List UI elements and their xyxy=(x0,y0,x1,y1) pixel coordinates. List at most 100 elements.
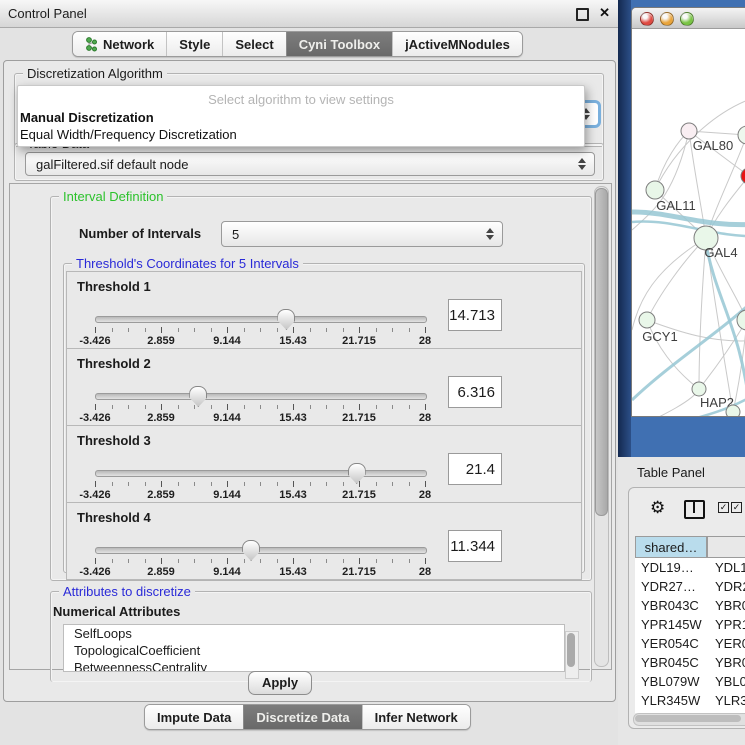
split-table-icon[interactable] xyxy=(684,500,705,519)
slider-tick xyxy=(112,559,113,563)
threshold-label: Threshold 3 xyxy=(77,433,151,448)
cell-name[interactable]: YBR0 xyxy=(707,653,745,672)
slider-tick xyxy=(244,559,245,563)
num-intervals-combobox[interactable]: 5 xyxy=(221,221,503,247)
threshold-value-field[interactable]: 21.4 xyxy=(448,453,502,485)
slider-tick xyxy=(161,558,162,564)
split-divider[interactable] xyxy=(618,0,631,457)
checkbox-icon[interactable]: ✓ xyxy=(718,502,729,513)
minimize-traffic-light[interactable] xyxy=(660,12,674,26)
attribute-list-item[interactable]: SelfLoops xyxy=(64,625,564,642)
cell-shared-name[interactable]: YBR043C xyxy=(635,596,707,615)
float-window-icon[interactable] xyxy=(576,8,589,21)
attributes-list-scrollbar[interactable] xyxy=(565,631,579,679)
table-row[interactable]: YBR043CYBR0 xyxy=(635,596,745,615)
cell-shared-name[interactable]: YBL079W xyxy=(635,672,707,691)
network-edge xyxy=(647,238,706,320)
tab-jactivemnodules[interactable]: jActiveMNodules xyxy=(392,32,522,56)
table-row[interactable]: YDL19…YDL1 xyxy=(635,558,745,577)
cell-name[interactable]: YER0 xyxy=(707,634,745,653)
tab-infer-network[interactable]: Infer Network xyxy=(362,705,470,729)
slider-tick xyxy=(227,558,228,564)
slider-tick xyxy=(112,405,113,409)
tab-style[interactable]: Style xyxy=(166,32,222,56)
table-row[interactable]: YLR345WYLR3 xyxy=(635,691,745,710)
num-intervals-label: Number of Intervals xyxy=(79,226,201,241)
slider-tick-label: 9.144 xyxy=(213,412,241,424)
column-header-name[interactable]: n xyxy=(707,536,745,558)
checkbox-icon[interactable]: ✓ xyxy=(731,502,742,513)
threshold-slider-track[interactable] xyxy=(95,316,427,323)
network-node-gal80[interactable] xyxy=(738,126,745,144)
threshold-value-field[interactable]: 14.713 xyxy=(448,299,502,331)
hscrollbar-thumb[interactable] xyxy=(635,715,741,722)
gear-icon[interactable]: ⚙ xyxy=(650,498,665,518)
close-traffic-light[interactable] xyxy=(640,12,654,26)
cell-shared-name[interactable]: YER054C xyxy=(635,634,707,653)
threshold-slider-thumb[interactable] xyxy=(189,386,207,407)
horizontal-scrollbar[interactable] xyxy=(633,713,745,726)
table-row[interactable]: YBL079WYBL0 xyxy=(635,672,745,691)
table-row[interactable]: YDR27…YDR2 xyxy=(635,577,745,596)
scrollbar-thumb[interactable] xyxy=(595,188,608,516)
cell-name[interactable]: YPR1 xyxy=(707,615,745,634)
attribute-list-item[interactable]: BetweennessCentrality xyxy=(64,659,564,672)
network-node-gcy1[interactable] xyxy=(639,312,655,328)
network-node-hap2[interactable] xyxy=(692,382,706,396)
tab-impute-data[interactable]: Impute Data xyxy=(145,705,243,729)
threshold-rows: Threshold 1 14.713 -3.4262.8599.14415.43… xyxy=(66,272,582,580)
threshold-value-field[interactable]: 6.316 xyxy=(448,376,502,408)
table-data-combobox[interactable]: galFiltered.sif default node xyxy=(25,152,595,176)
tab-network[interactable]: Network xyxy=(73,32,166,56)
attributes-list[interactable]: SelfLoopsTopologicalCoefficientBetweenne… xyxy=(63,624,565,672)
cell-shared-name[interactable]: YDL19… xyxy=(635,558,707,577)
cell-name[interactable]: YBR0 xyxy=(707,596,745,615)
table-row[interactable]: YPR145WYPR1 xyxy=(635,615,745,634)
table-body[interactable]: YDL19…YDL1YDR27…YDR2YBR043CYBR0YPR145WYP… xyxy=(635,558,745,713)
apply-button[interactable]: Apply xyxy=(248,671,312,695)
threshold-slider-track[interactable] xyxy=(95,393,427,400)
cell-shared-name[interactable]: YBR045C xyxy=(635,653,707,672)
table-panel-section: Table Panel ⚙ ✓ ✓ shared… n YDL19…YDL1YD… xyxy=(618,457,745,745)
slider-tick-label: 21.715 xyxy=(342,566,376,578)
cell-name[interactable]: YDL1 xyxy=(707,558,745,577)
dropdown-option-manual[interactable]: Manual Discretization xyxy=(20,110,154,125)
slider-tick xyxy=(343,482,344,486)
zoom-traffic-light[interactable] xyxy=(680,12,694,26)
network-canvas[interactable]: GAL80GCGAL11GAL4GCY1HHAP2 xyxy=(632,28,745,416)
slider-tick-label: 28 xyxy=(419,335,431,347)
threshold-slider-thumb[interactable] xyxy=(242,540,260,561)
slider-tick xyxy=(244,482,245,486)
tab-cyni-toolbox[interactable]: Cyni Toolbox xyxy=(286,32,392,56)
slider-tick xyxy=(194,482,195,486)
table-row[interactable]: YER054CYER0 xyxy=(635,634,745,653)
cell-name[interactable]: YDR2 xyxy=(707,577,745,596)
threshold-row: Threshold 1 14.713 -3.4262.8599.14415.43… xyxy=(66,271,582,349)
threshold-value-field[interactable]: 11.344 xyxy=(448,530,502,562)
slider-tick xyxy=(161,481,162,487)
table-row[interactable]: YBR045CYBR0 xyxy=(635,653,745,672)
tab-label: Impute Data xyxy=(157,710,231,725)
close-icon[interactable]: ✕ xyxy=(599,5,610,21)
cell-shared-name[interactable]: YLR345W xyxy=(635,691,707,710)
slider-tick xyxy=(145,328,146,332)
slider-tick xyxy=(359,404,360,410)
cell-name[interactable]: YLR3 xyxy=(707,691,745,710)
cell-name[interactable]: YBL0 xyxy=(707,672,745,691)
attribute-list-item[interactable]: TopologicalCoefficient xyxy=(64,642,564,659)
tab-select[interactable]: Select xyxy=(222,32,285,56)
threshold-slider-track[interactable] xyxy=(95,547,427,554)
column-header-shared-name[interactable]: shared… xyxy=(635,536,707,558)
network-node[interactable] xyxy=(726,405,740,416)
threshold-slider-track[interactable] xyxy=(95,470,427,477)
slider-tick-label: -3.426 xyxy=(79,412,110,424)
tab-discretize-data[interactable]: Discretize Data xyxy=(243,705,361,729)
network-node[interactable] xyxy=(681,123,697,139)
vertical-scrollbar[interactable] xyxy=(594,186,609,667)
cell-shared-name[interactable]: YPR145W xyxy=(635,615,707,634)
threshold-slider-thumb[interactable] xyxy=(348,463,366,484)
cell-shared-name[interactable]: YDR27… xyxy=(635,577,707,596)
slider-tick-label: 28 xyxy=(419,412,431,424)
dropdown-option-equal-width[interactable]: Equal Width/Frequency Discretization xyxy=(20,127,237,142)
network-node-gal11[interactable] xyxy=(646,181,664,199)
